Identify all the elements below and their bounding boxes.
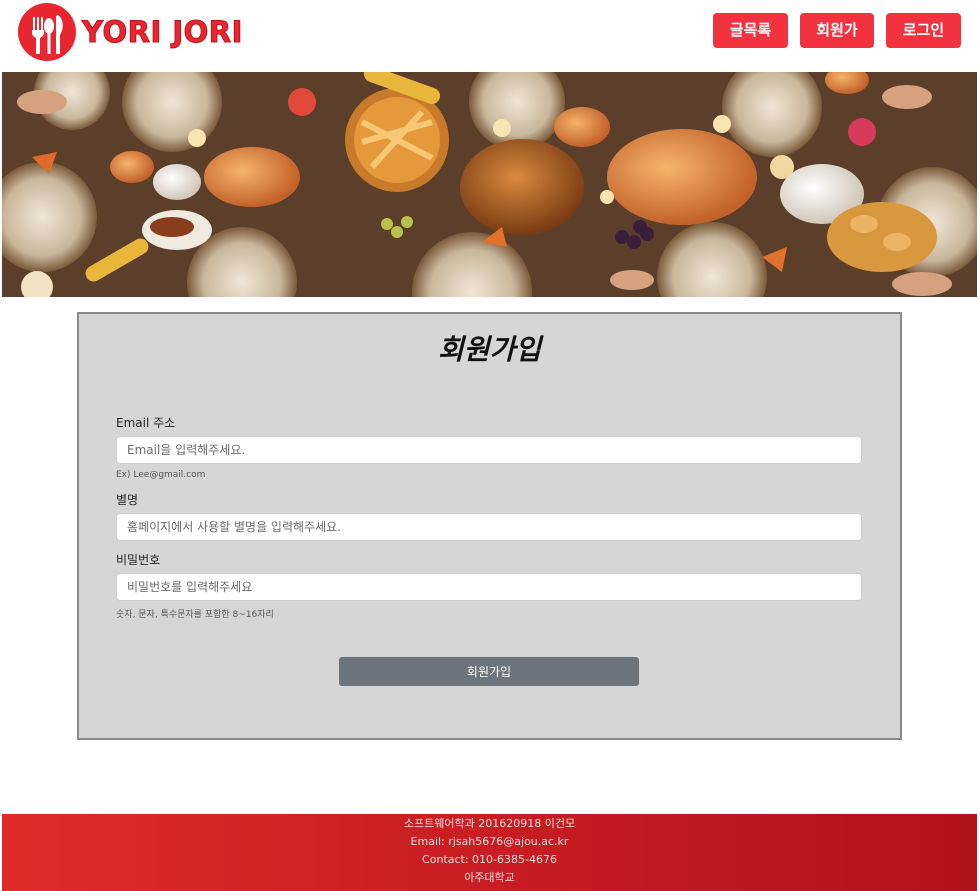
password-field[interactable] [116, 573, 862, 601]
site-header: YORI JORI 글목록 회원가입 로그인 [0, 0, 980, 74]
utensils-logo-icon [18, 3, 76, 61]
hero-banner-image [2, 72, 977, 297]
footer-university: 아주대학교 [464, 871, 515, 884]
email-field[interactable] [116, 436, 862, 464]
nickname-field[interactable] [116, 513, 862, 541]
signup-nav-button[interactable]: 회원가입 [800, 13, 874, 74]
footer-email: Email: rjsah5676@ajou.ac.kr [410, 835, 569, 848]
page-title: 회원가입 [437, 333, 542, 366]
password-hint: 숫자, 문자, 특수문자를 포함한 8~16자리 [116, 610, 274, 620]
site-logo[interactable]: YORI JORI [18, 2, 243, 62]
nickname-label: 별명 [116, 493, 139, 507]
signup-submit-button[interactable]: 회원가입 [339, 657, 639, 686]
password-label: 비밀번호 [116, 553, 161, 567]
logo-text: YORI JORI [82, 15, 243, 50]
login-button[interactable]: 로그인 [886, 13, 961, 48]
top-nav: 글목록 회원가입 로그인 [713, 13, 961, 74]
email-label: Email 주소 [116, 416, 176, 430]
signup-form-panel: 회원가입 Email 주소 Ex) Lee@gmail.com 별명 비밀번호 … [77, 312, 902, 740]
footer-department: 소프트웨어학과 201620918 이건모 [403, 817, 576, 830]
site-footer: 소프트웨어학과 201620918 이건모 Email: rjsah5676@a… [2, 814, 977, 891]
email-hint: Ex) Lee@gmail.com [116, 470, 206, 480]
post-list-button[interactable]: 글목록 [713, 13, 788, 48]
footer-contact: Contact: 010-6385-4676 [422, 853, 557, 866]
